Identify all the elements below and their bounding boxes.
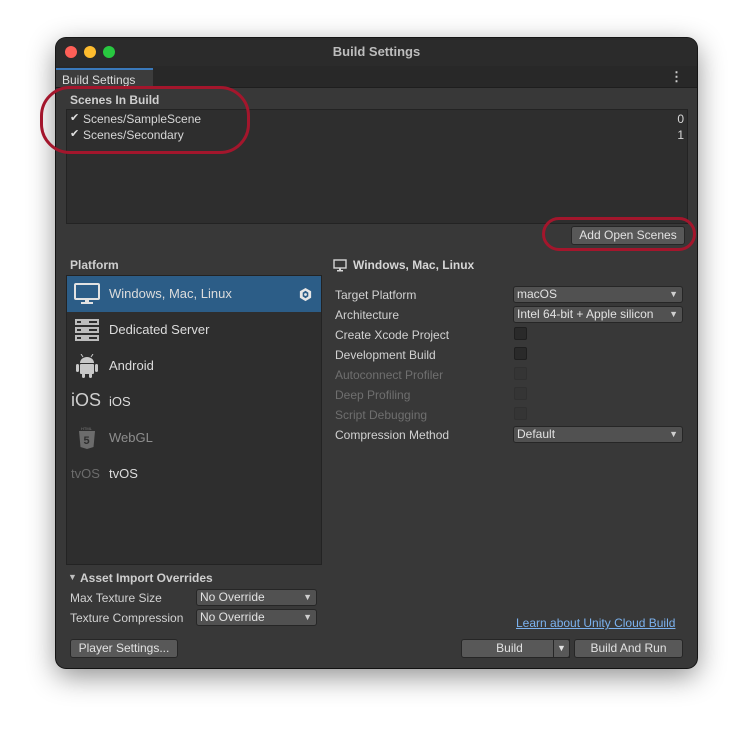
compression-method-label: Compression Method [335, 428, 450, 442]
architecture-value: Intel 64-bit + Apple silicon [517, 307, 654, 321]
script-debugging-checkbox [514, 407, 527, 420]
compression-method-dropdown[interactable]: Default ▼ [513, 426, 683, 443]
max-texture-size-dropdown[interactable]: No Override ▼ [196, 589, 317, 606]
development-build-checkbox[interactable] [514, 347, 527, 360]
script-debugging-label: Script Debugging [335, 408, 428, 422]
android-icon [76, 354, 98, 378]
chevron-down-icon: ▼ [669, 429, 678, 439]
platform-label: Windows, Mac, Linux [109, 286, 232, 301]
tab-build-settings[interactable]: Build Settings [56, 68, 153, 87]
platform-header: Platform [70, 258, 119, 272]
platform-label: iOS [109, 394, 131, 409]
server-icon [75, 319, 99, 341]
tab-bar: Build Settings ⋮ [56, 66, 697, 88]
texture-compression-dropdown[interactable]: No Override ▼ [196, 609, 317, 626]
player-settings-button[interactable]: Player Settings... [70, 639, 178, 658]
scenes-list[interactable]: ✔ Scenes/SampleScene 0 ✔ Scenes/Secondar… [66, 109, 688, 224]
build-label: Build [496, 641, 523, 655]
compression-method-value: Default [517, 427, 556, 441]
scene-name: Scenes/Secondary [83, 128, 184, 142]
autoconnect-profiler-label: Autoconnect Profiler [335, 368, 444, 382]
platform-item-ios[interactable]: iOS iOS [67, 384, 321, 420]
foldout-arrow-icon[interactable]: ▼ [68, 572, 77, 582]
target-platform-label: Target Platform [335, 288, 417, 302]
deep-profiling-label: Deep Profiling [335, 388, 411, 402]
asset-import-overrides-header[interactable]: Asset Import Overrides [80, 571, 213, 585]
build-and-run-button[interactable]: Build And Run [574, 639, 683, 658]
scene-name: Scenes/SampleScene [83, 112, 202, 126]
create-xcode-checkbox[interactable] [514, 327, 527, 340]
deep-profiling-checkbox [514, 387, 527, 400]
create-xcode-label: Create Xcode Project [335, 328, 450, 342]
chevron-down-icon: ▼ [303, 612, 312, 622]
architecture-label: Architecture [335, 308, 400, 322]
texture-compression-value: No Override [200, 610, 265, 624]
chevron-down-icon: ▼ [303, 592, 312, 602]
development-build-label: Development Build [335, 348, 436, 362]
platform-item-android[interactable]: Android [67, 348, 321, 384]
platform-item-dedicated-server[interactable]: Dedicated Server [67, 312, 321, 348]
scene-index: 0 [677, 112, 684, 126]
scene-checkbox-icon[interactable]: ✔ [70, 111, 82, 124]
platform-label: Dedicated Server [109, 322, 210, 337]
target-platform-value: macOS [517, 287, 558, 301]
unity-logo-icon [299, 287, 312, 302]
chevron-down-icon: ▼ [557, 643, 566, 653]
platform-item-webgl[interactable]: HTML 5 WebGL [67, 420, 321, 456]
max-texture-size-label: Max Texture Size [70, 591, 162, 605]
platform-settings-header: Windows, Mac, Linux [353, 258, 475, 272]
scene-row[interactable]: ✔ Scenes/Secondary 1 [67, 127, 687, 143]
platform-label: Android [109, 358, 154, 373]
window-title: Build Settings [332, 44, 421, 59]
svg-text:HTML: HTML [81, 426, 93, 431]
platform-label: WebGL [109, 430, 153, 445]
scenes-in-build-header: Scenes In Build [70, 93, 160, 107]
ios-icon: iOS [71, 390, 102, 410]
max-texture-size-value: No Override [200, 590, 265, 604]
add-open-scenes-button[interactable]: Add Open Scenes [571, 226, 685, 245]
monitor-icon [333, 259, 347, 272]
html5-icon: HTML 5 [79, 426, 95, 449]
architecture-dropdown[interactable]: Intel 64-bit + Apple silicon ▼ [513, 306, 683, 323]
cloud-build-link[interactable]: Learn about Unity Cloud Build [516, 616, 675, 630]
scene-row[interactable]: ✔ Scenes/SampleScene 0 [67, 111, 687, 127]
monitor-icon [74, 283, 100, 304]
texture-compression-label: Texture Compression [70, 611, 184, 625]
svg-text:5: 5 [84, 435, 90, 447]
build-options-dropdown[interactable]: ▼ [553, 639, 570, 658]
autoconnect-profiler-checkbox [514, 367, 527, 380]
platform-label: tvOS [109, 466, 138, 481]
platform-item-windows-mac-linux[interactable]: Windows, Mac, Linux [67, 276, 321, 312]
tvos-icon: tvOS [71, 466, 100, 481]
platform-list: Windows, Mac, Linux Dedicated Server And… [66, 275, 322, 565]
scene-index: 1 [677, 128, 684, 142]
kebab-menu-icon[interactable]: ⋮ [670, 69, 683, 85]
chevron-down-icon: ▼ [669, 289, 678, 299]
target-platform-dropdown[interactable]: macOS ▼ [513, 286, 683, 303]
chevron-down-icon: ▼ [669, 309, 678, 319]
scene-checkbox-icon[interactable]: ✔ [70, 127, 82, 140]
title-bar: Build Settings [56, 38, 697, 66]
platform-item-tvos[interactable]: tvOS tvOS [67, 456, 321, 492]
build-settings-window: Build Settings Build Settings ⋮ Scenes I… [56, 38, 697, 668]
